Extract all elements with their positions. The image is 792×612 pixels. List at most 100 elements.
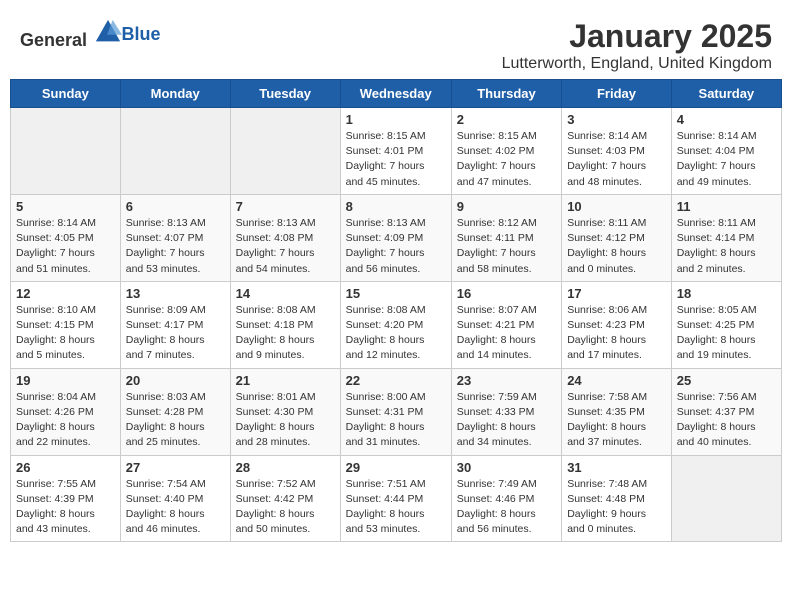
calendar-cell: 2Sunrise: 8:15 AMSunset: 4:02 PMDaylight…: [451, 108, 561, 195]
day-info: Sunrise: 8:08 AMSunset: 4:20 PMDaylight:…: [346, 303, 446, 364]
day-header-thursday: Thursday: [451, 80, 561, 108]
day-number: 31: [567, 460, 666, 475]
day-number: 18: [677, 286, 776, 301]
logo-blue: Blue: [122, 24, 161, 44]
logo: General Blue: [20, 18, 161, 51]
calendar-cell: 11 Sunrise: 8:11 AMSunset: 4:14 PMDayligh…: [671, 194, 781, 281]
day-info: Sunrise: 8:13 AMSunset: 4:07 PMDaylight:…: [126, 216, 225, 277]
calendar-cell: 5 Sunrise: 8:14 AMSunset: 4:05 PMDaylight…: [11, 194, 121, 281]
calendar-cell: 15 Sunrise: 8:08 AMSunset: 4:20 PMDayligh…: [340, 281, 451, 368]
day-header-tuesday: Tuesday: [230, 80, 340, 108]
day-info: Sunrise: 8:10 AMSunset: 4:15 PMDaylight:…: [16, 303, 115, 364]
day-number: 12: [16, 286, 115, 301]
day-number: 20: [126, 373, 225, 388]
day-info: Sunrise: 7:59 AMSunset: 4:33 PMDaylight:…: [457, 390, 556, 451]
day-number: 29: [346, 460, 446, 475]
calendar-cell: 10 Sunrise: 8:11 AMSunset: 4:12 PMDayligh…: [562, 194, 672, 281]
day-info: Sunrise: 8:13 AMSunset: 4:09 PMDaylight:…: [346, 216, 446, 277]
calendar-cell: [11, 108, 121, 195]
day-number: 15: [346, 286, 446, 301]
day-info: Sunrise: 7:51 AMSunset: 4:44 PMDaylight:…: [346, 477, 446, 538]
day-number: 10: [567, 199, 666, 214]
day-number: 19: [16, 373, 115, 388]
calendar-cell: 3Sunrise: 8:14 AMSunset: 4:03 PMDaylight…: [562, 108, 672, 195]
calendar-cell: 24Sunrise: 7:58 AMSunset: 4:35 PMDayligh…: [562, 368, 672, 455]
day-header-monday: Monday: [120, 80, 230, 108]
day-number: 1: [346, 112, 446, 127]
calendar-cell: 8Sunrise: 8:13 AMSunset: 4:09 PMDaylight…: [340, 194, 451, 281]
month-title: January 2025: [502, 18, 772, 55]
day-info: Sunrise: 8:01 AMSunset: 4:30 PMDaylight:…: [236, 390, 335, 451]
day-number: 25: [677, 373, 776, 388]
calendar-header: SundayMondayTuesdayWednesdayThursdayFrid…: [11, 80, 782, 108]
day-info: Sunrise: 8:14 AMSunset: 4:05 PMDaylight:…: [16, 216, 115, 277]
day-info: Sunrise: 7:54 AMSunset: 4:40 PMDaylight:…: [126, 477, 225, 538]
day-info: Sunrise: 8:11 AMSunset: 4:12 PMDaylight:…: [567, 216, 666, 277]
day-info: Sunrise: 7:48 AMSunset: 4:48 PMDaylight:…: [567, 477, 666, 538]
day-info: Sunrise: 8:12 AMSunset: 4:11 PMDaylight:…: [457, 216, 556, 277]
day-info: Sunrise: 8:11 AMSunset: 4:14 PMDaylight:…: [677, 216, 776, 277]
day-number: 17: [567, 286, 666, 301]
day-info: Sunrise: 8:00 AMSunset: 4:31 PMDaylight:…: [346, 390, 446, 451]
day-number: 30: [457, 460, 556, 475]
day-info: Sunrise: 8:07 AMSunset: 4:21 PMDaylight:…: [457, 303, 556, 364]
calendar-cell: 13 Sunrise: 8:09 AMSunset: 4:17 PMDayligh…: [120, 281, 230, 368]
day-header-wednesday: Wednesday: [340, 80, 451, 108]
day-header-friday: Friday: [562, 80, 672, 108]
day-info: Sunrise: 8:06 AMSunset: 4:23 PMDaylight:…: [567, 303, 666, 364]
logo-icon: [94, 18, 122, 46]
day-info: Sunrise: 8:14 AMSunset: 4:04 PMDaylight:…: [677, 129, 776, 190]
day-number: 9: [457, 199, 556, 214]
day-number: 28: [236, 460, 335, 475]
calendar-cell: 31 Sunrise: 7:48 AMSunset: 4:48 PMDayligh…: [562, 455, 672, 542]
day-number: 24: [567, 373, 666, 388]
calendar-cell: 4Sunrise: 8:14 AMSunset: 4:04 PMDaylight…: [671, 108, 781, 195]
day-info: Sunrise: 7:52 AMSunset: 4:42 PMDaylight:…: [236, 477, 335, 538]
week-row-4: 19Sunrise: 8:04 AMSunset: 4:26 PMDayligh…: [11, 368, 782, 455]
day-header-sunday: Sunday: [11, 80, 121, 108]
calendar-cell: 18 Sunrise: 8:05 AMSunset: 4:25 PMDayligh…: [671, 281, 781, 368]
calendar-cell: 23 Sunrise: 7:59 AMSunset: 4:33 PMDayligh…: [451, 368, 561, 455]
day-info: Sunrise: 8:08 AMSunset: 4:18 PMDaylight:…: [236, 303, 335, 364]
calendar-cell: 26 Sunrise: 7:55 AMSunset: 4:39 PMDayligh…: [11, 455, 121, 542]
day-info: Sunrise: 8:03 AMSunset: 4:28 PMDaylight:…: [126, 390, 225, 451]
day-number: 27: [126, 460, 225, 475]
week-row-3: 12 Sunrise: 8:10 AMSunset: 4:15 PMDayligh…: [11, 281, 782, 368]
day-info: Sunrise: 8:05 AMSunset: 4:25 PMDaylight:…: [677, 303, 776, 364]
week-row-5: 26 Sunrise: 7:55 AMSunset: 4:39 PMDayligh…: [11, 455, 782, 542]
calendar-cell: 20 Sunrise: 8:03 AMSunset: 4:28 PMDayligh…: [120, 368, 230, 455]
day-number: 7: [236, 199, 335, 214]
calendar-cell: 28 Sunrise: 7:52 AMSunset: 4:42 PMDayligh…: [230, 455, 340, 542]
calendar-cell: 22 Sunrise: 8:00 AMSunset: 4:31 PMDayligh…: [340, 368, 451, 455]
calendar-cell: [230, 108, 340, 195]
day-number: 21: [236, 373, 335, 388]
day-info: Sunrise: 8:13 AMSunset: 4:08 PMDaylight:…: [236, 216, 335, 277]
day-number: 22: [346, 373, 446, 388]
day-info: Sunrise: 7:56 AMSunset: 4:37 PMDaylight:…: [677, 390, 776, 451]
calendar-cell: 30Sunrise: 7:49 AMSunset: 4:46 PMDayligh…: [451, 455, 561, 542]
calendar-cell: 25 Sunrise: 7:56 AMSunset: 4:37 PMDayligh…: [671, 368, 781, 455]
day-number: 2: [457, 112, 556, 127]
location-title: Lutterworth, England, United Kingdom: [502, 55, 772, 73]
title-area: January 2025 Lutterworth, England, Unite…: [502, 18, 772, 73]
day-info: Sunrise: 7:55 AMSunset: 4:39 PMDaylight:…: [16, 477, 115, 538]
calendar-cell: 12 Sunrise: 8:10 AMSunset: 4:15 PMDayligh…: [11, 281, 121, 368]
week-row-1: 1 Sunrise: 8:15 AMSunset: 4:01 PMDaylight…: [11, 108, 782, 195]
calendar-cell: 16 Sunrise: 8:07 AMSunset: 4:21 PMDayligh…: [451, 281, 561, 368]
calendar-cell: 17 Sunrise: 8:06 AMSunset: 4:23 PMDayligh…: [562, 281, 672, 368]
day-number: 5: [16, 199, 115, 214]
calendar: SundayMondayTuesdayWednesdayThursdayFrid…: [10, 79, 782, 542]
day-info: Sunrise: 8:09 AMSunset: 4:17 PMDaylight:…: [126, 303, 225, 364]
day-number: 16: [457, 286, 556, 301]
calendar-cell: 6Sunrise: 8:13 AMSunset: 4:07 PMDaylight…: [120, 194, 230, 281]
day-number: 13: [126, 286, 225, 301]
calendar-cell: 19Sunrise: 8:04 AMSunset: 4:26 PMDayligh…: [11, 368, 121, 455]
day-info: Sunrise: 8:15 AMSunset: 4:01 PMDaylight:…: [346, 129, 446, 190]
day-header-saturday: Saturday: [671, 80, 781, 108]
day-number: 11: [677, 199, 776, 214]
calendar-cell: 14Sunrise: 8:08 AMSunset: 4:18 PMDayligh…: [230, 281, 340, 368]
calendar-cell: 1 Sunrise: 8:15 AMSunset: 4:01 PMDaylight…: [340, 108, 451, 195]
calendar-cell: [120, 108, 230, 195]
day-number: 26: [16, 460, 115, 475]
day-number: 23: [457, 373, 556, 388]
